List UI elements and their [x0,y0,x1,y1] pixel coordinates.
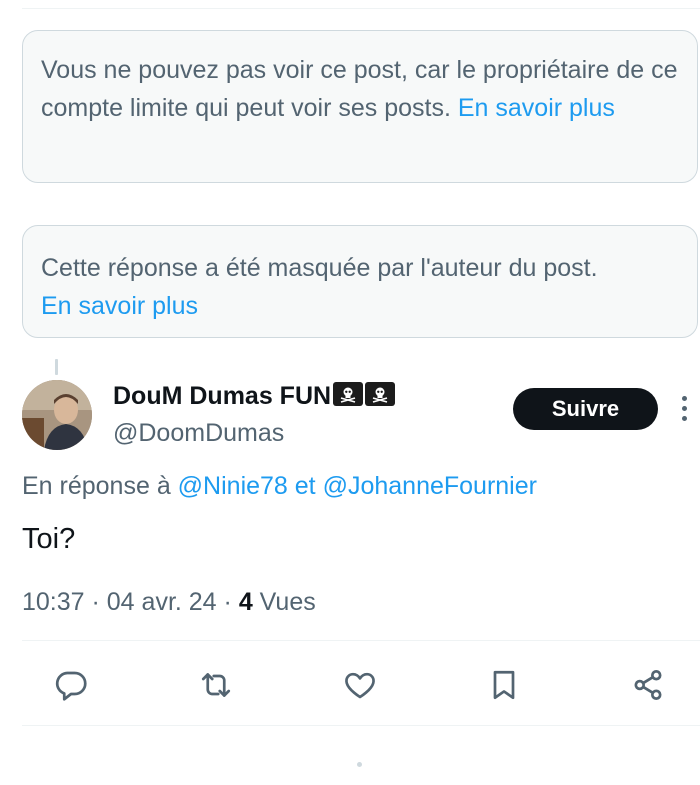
learn-more-link[interactable]: En savoir plus [458,94,615,122]
thread-connector-line [55,359,58,375]
name-emojis [333,382,397,413]
notice-text: Cette réponse a été masquée par l'auteur… [41,254,598,282]
user-handle[interactable]: @DoomDumas [113,419,284,448]
avatar[interactable] [22,380,92,450]
post-meta: 10:37 · 04 avr. 24 · 4 Vues [22,588,316,617]
pirate-flag-icon [365,382,396,406]
divider [22,725,700,726]
scroll-indicator-dot [357,762,362,767]
bookmark-icon[interactable] [484,665,524,705]
reply-icon[interactable] [51,665,91,705]
reply-prefix: En réponse à [22,472,178,500]
pirate-flag-icon [333,382,364,406]
views-count: 4 [238,588,253,616]
top-divider [22,8,700,9]
hidden-reply-notice: Cette réponse a été masquée par l'auteur… [22,225,698,338]
reply-joiner: et [287,472,323,500]
reply-context: En réponse à @Ninie78 et @JohanneFournie… [22,472,537,501]
meta-separator: · [216,588,239,616]
divider [22,640,700,641]
display-name-text: DouM Dumas FUN [113,382,332,410]
post-time[interactable]: 10:37 [22,588,85,616]
learn-more-link[interactable]: En savoir plus [41,292,198,320]
post-text: Toi? [22,523,76,555]
follow-button[interactable]: Suivre [513,388,658,430]
mention-link[interactable]: @Ninie78 [178,472,288,500]
post-date[interactable]: 04 avr. 24 [107,588,217,616]
repost-icon[interactable] [196,665,236,705]
mention-link[interactable]: @JohanneFournier [323,472,537,500]
restricted-post-notice: Vous ne pouvez pas voir ce post, car le … [22,30,698,183]
more-options-icon[interactable] [682,396,688,424]
share-icon[interactable] [628,665,668,705]
views-label: Vues [252,588,316,616]
like-icon[interactable] [340,665,380,705]
display-name[interactable]: DouM Dumas FUN [113,382,397,413]
meta-separator: · [84,588,107,616]
